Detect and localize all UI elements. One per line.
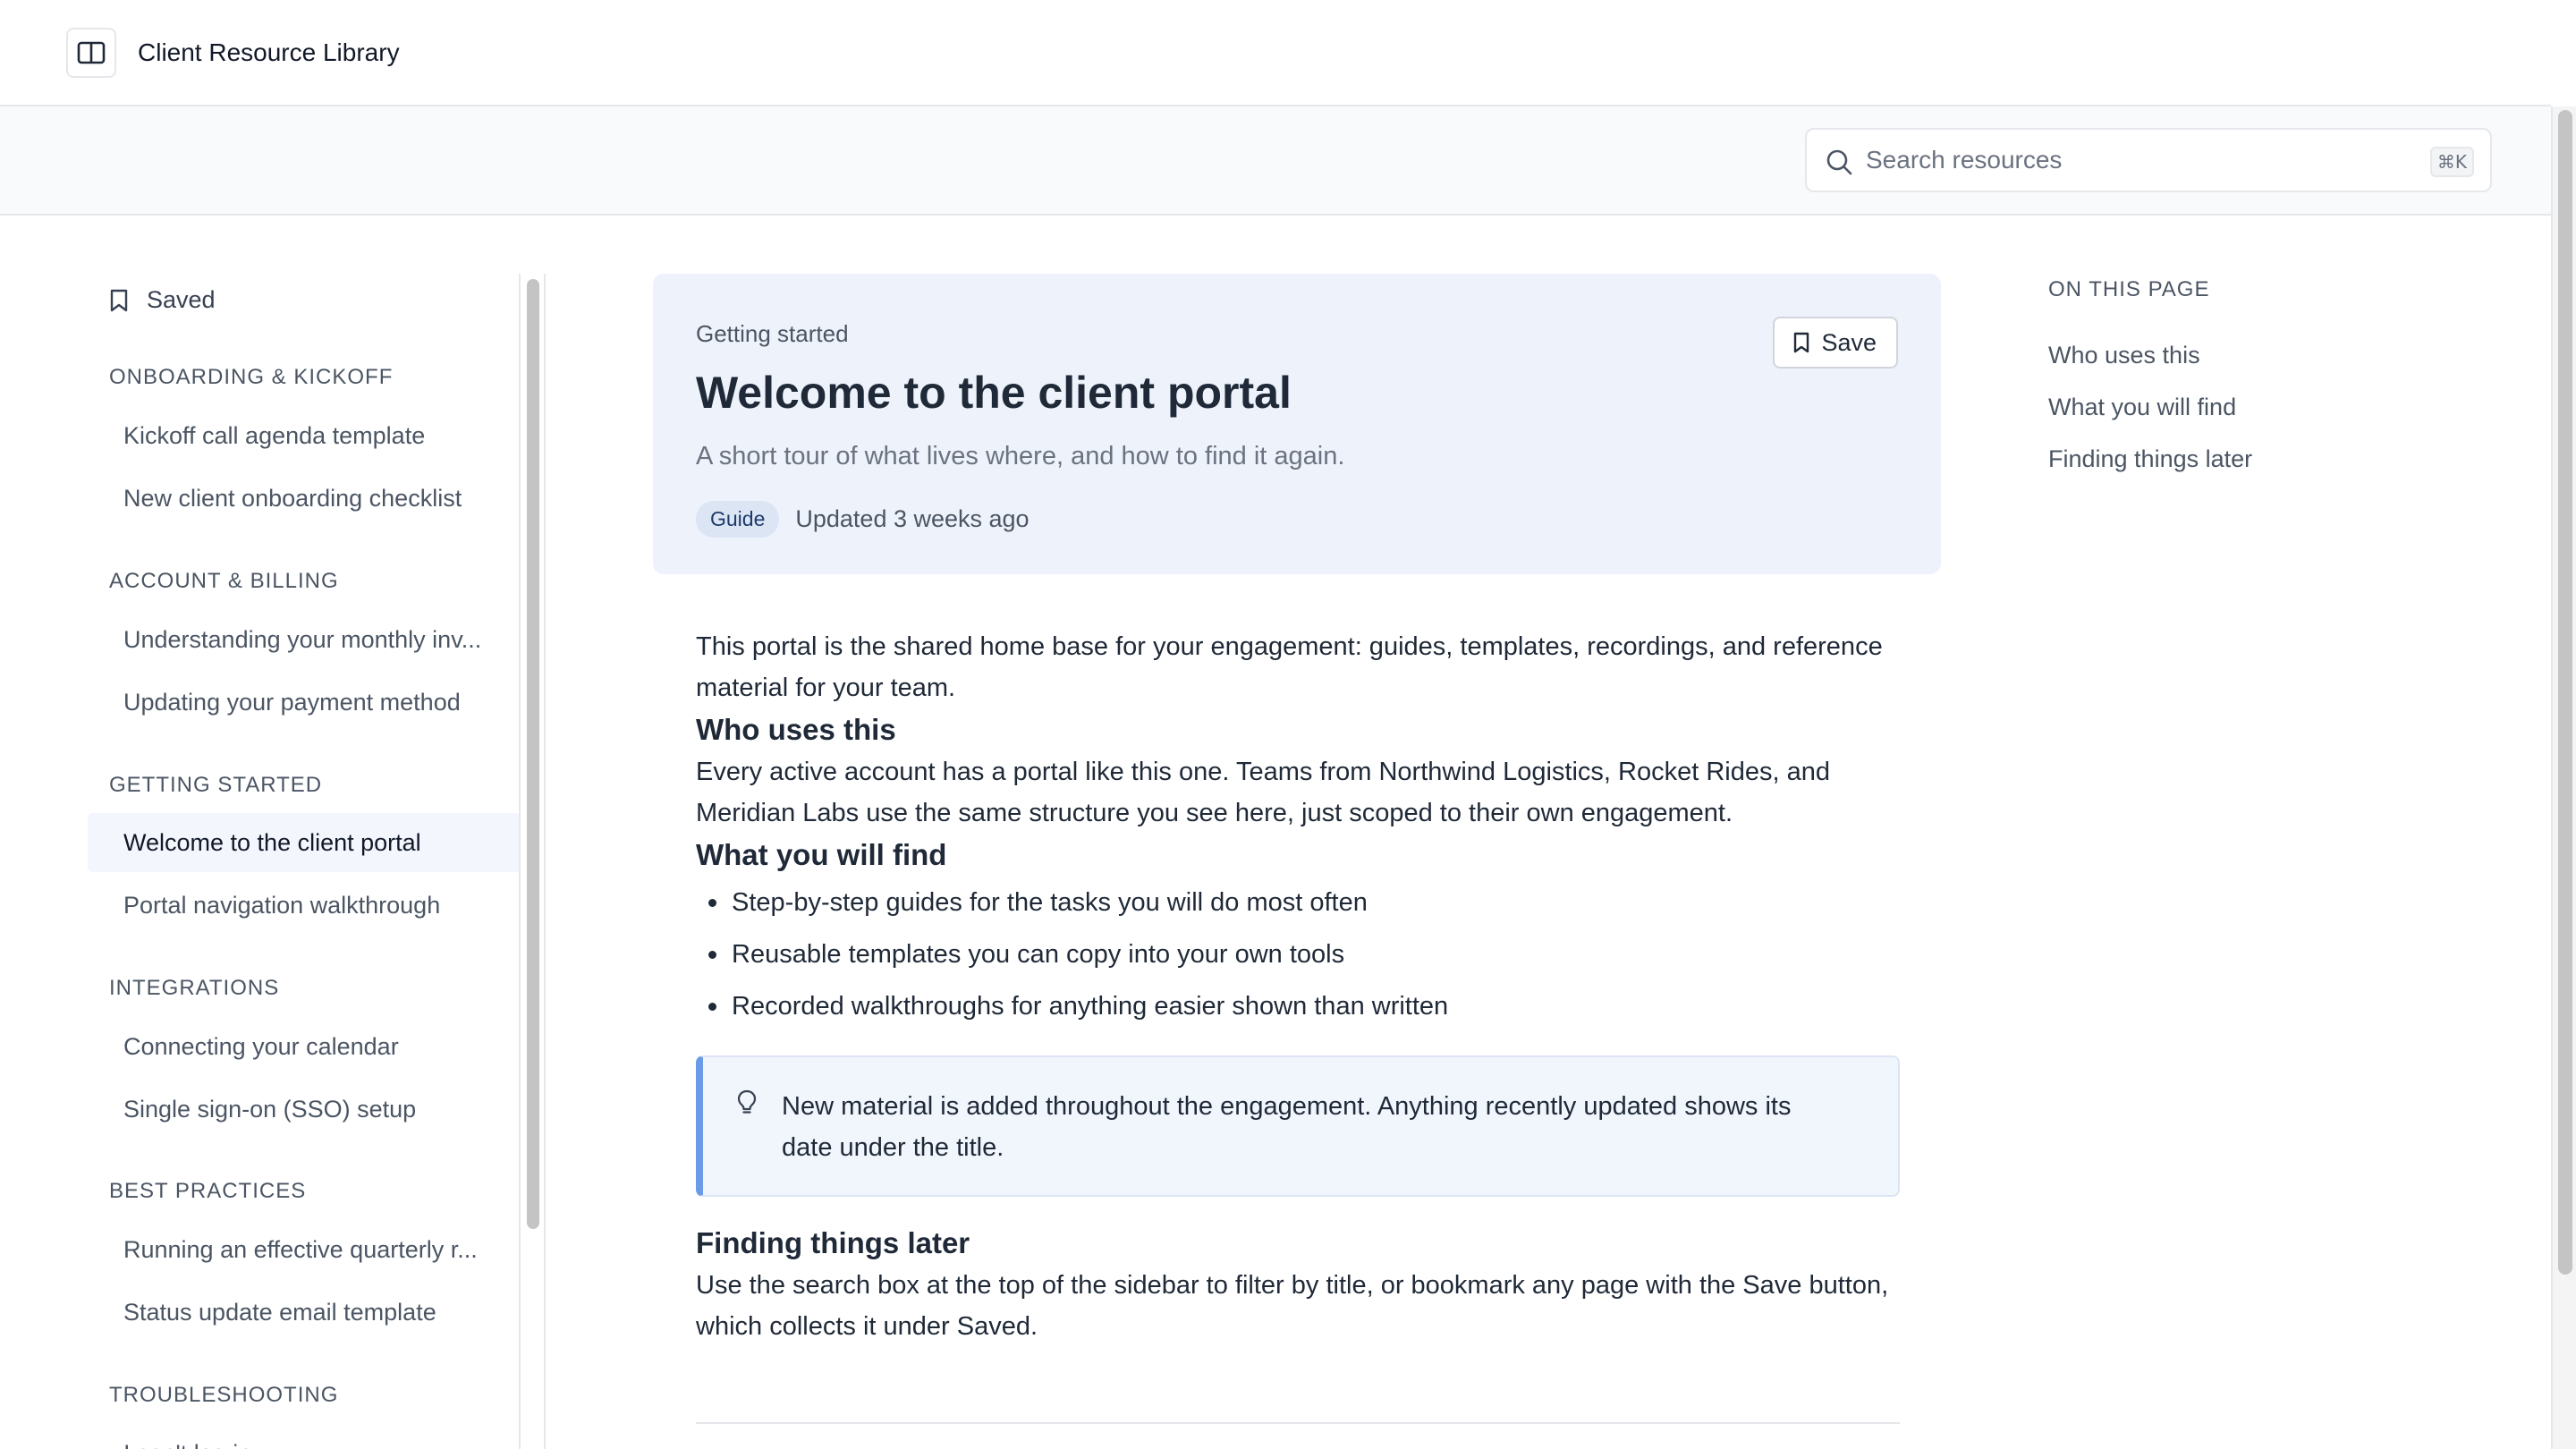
sidebar-item-quarterly-review[interactable]: Running an effective quarterly r... bbox=[88, 1220, 521, 1279]
tip-callout: New material is added throughout the eng… bbox=[696, 1055, 1900, 1197]
bullet-icon bbox=[708, 951, 716, 959]
sidebar-saved-label: Saved bbox=[147, 286, 216, 313]
sidebar-section-heading: ONBOARDING & KICKOFF bbox=[109, 365, 394, 389]
on-this-page-toc: ON THIS PAGE Who uses this What you will… bbox=[2048, 277, 2424, 485]
bullet-icon bbox=[708, 1003, 716, 1011]
top-bar: Client Resource Library bbox=[0, 0, 2551, 106]
list-item-text: Recorded walkthroughs for anything easie… bbox=[732, 992, 1449, 1021]
article-who-body: Every active account has a portal like t… bbox=[696, 758, 1830, 827]
search-box[interactable]: ⌘K bbox=[1805, 128, 2492, 192]
sidebar-scrollbar[interactable] bbox=[524, 277, 542, 1449]
article-intro: This portal is the shared home base for … bbox=[696, 632, 1883, 702]
sidebar-item-kickoff-agenda[interactable]: Kickoff call agenda template bbox=[88, 406, 521, 465]
sidebar-toggle-button[interactable] bbox=[66, 28, 116, 78]
toc-heading: ON THIS PAGE bbox=[2048, 277, 2210, 301]
section-heading-what-find: What you will find bbox=[696, 838, 947, 871]
sidebar-item-monthly-invoice[interactable]: Understanding your monthly inv... bbox=[88, 610, 521, 669]
page-header-card: Getting started Welcome to the client po… bbox=[653, 274, 1941, 574]
bookmark-icon bbox=[110, 289, 128, 311]
list-item-text: Reusable templates you can copy into you… bbox=[732, 940, 1345, 969]
sidebar-section-heading: BEST PRACTICES bbox=[109, 1179, 307, 1203]
section-heading-finding-later: Finding things later bbox=[696, 1226, 970, 1259]
sidebar-item-payment-method[interactable]: Updating your payment method bbox=[88, 673, 521, 732]
search-icon bbox=[1826, 149, 1852, 175]
search-shortcut-hint: ⌘K bbox=[2429, 147, 2474, 177]
sidebar-item-navigation-walkthrough[interactable]: Portal navigation walkthrough bbox=[88, 876, 521, 935]
app-title: Client Resource Library bbox=[138, 38, 400, 66]
sidebar-section-heading: GETTING STARTED bbox=[109, 773, 323, 797]
article-body: This portal is the shared home base for … bbox=[696, 626, 1900, 1424]
page-meta: Guide Updated 3 weeks ago bbox=[696, 501, 1030, 538]
toc-link-finding-later[interactable]: Finding things later bbox=[2048, 433, 2424, 485]
save-button-label: Save bbox=[1821, 328, 1877, 356]
section-heading-who-uses: Who uses this bbox=[696, 713, 896, 746]
sidebar-item-sso-setup[interactable]: Single sign-on (SSO) setup bbox=[88, 1080, 521, 1139]
article-later-body: Use the search box at the top of the sid… bbox=[696, 1271, 1889, 1341]
sidebar-divider bbox=[519, 274, 521, 1449]
list-item: Reusable templates you can copy into you… bbox=[696, 928, 1900, 980]
article-end-divider bbox=[696, 1422, 1900, 1424]
search-input[interactable] bbox=[1864, 142, 2401, 178]
category-badge: Guide bbox=[696, 501, 780, 538]
sidebar-item-connect-calendar[interactable]: Connecting your calendar bbox=[88, 1017, 521, 1076]
toc-link-what-find[interactable]: What you will find bbox=[2048, 381, 2424, 433]
sidebar-item-status-email[interactable]: Status update email template bbox=[88, 1283, 521, 1342]
page-subtitle: A short tour of what lives where, and ho… bbox=[696, 442, 1345, 470]
toc-link-who-uses[interactable]: Who uses this bbox=[2048, 329, 2424, 381]
feature-list: Step-by-step guides for the tasks you wi… bbox=[696, 877, 1900, 1032]
page-scrollbar-thumb[interactable] bbox=[2558, 110, 2572, 1275]
list-item-text: Step-by-step guides for the tasks you wi… bbox=[732, 888, 1368, 917]
page-scrollbar[interactable] bbox=[2551, 106, 2576, 1449]
sidebar-item-saved[interactable]: Saved bbox=[109, 286, 216, 314]
list-item: Step-by-step guides for the tasks you wi… bbox=[696, 877, 1900, 928]
bookmark-icon bbox=[1794, 332, 1809, 353]
sidebar-item-welcome-portal[interactable]: Welcome to the client portal bbox=[88, 813, 521, 872]
bullet-icon bbox=[708, 899, 716, 907]
updated-timestamp: Updated 3 weeks ago bbox=[795, 505, 1030, 532]
breadcrumb[interactable]: Getting started bbox=[696, 320, 849, 348]
sidebar-section-heading: INTEGRATIONS bbox=[109, 976, 280, 1000]
list-item: Recorded walkthroughs for anything easie… bbox=[696, 980, 1900, 1032]
sidebar-toggle-icon bbox=[77, 41, 106, 64]
save-button[interactable]: Save bbox=[1773, 317, 1898, 369]
sidebar-item-cant-log-in[interactable]: I can't log in bbox=[88, 1424, 521, 1449]
sidebar-section-heading: ACCOUNT & BILLING bbox=[109, 569, 339, 593]
sidebar-nav: Saved ONBOARDING & KICKOFF Kickoff call … bbox=[88, 274, 521, 1449]
lightbulb-icon bbox=[737, 1089, 757, 1114]
page-title: Welcome to the client portal bbox=[696, 368, 1292, 418]
search-bar-region: ⌘K bbox=[0, 106, 2551, 216]
sidebar-scrollbar-thumb[interactable] bbox=[527, 279, 539, 1229]
sidebar-item-onboarding-checklist[interactable]: New client onboarding checklist bbox=[88, 469, 521, 528]
content-divider bbox=[544, 274, 546, 1449]
sidebar-section-heading: TROUBLESHOOTING bbox=[109, 1383, 339, 1407]
callout-text: New material is added throughout the eng… bbox=[782, 1092, 1792, 1162]
